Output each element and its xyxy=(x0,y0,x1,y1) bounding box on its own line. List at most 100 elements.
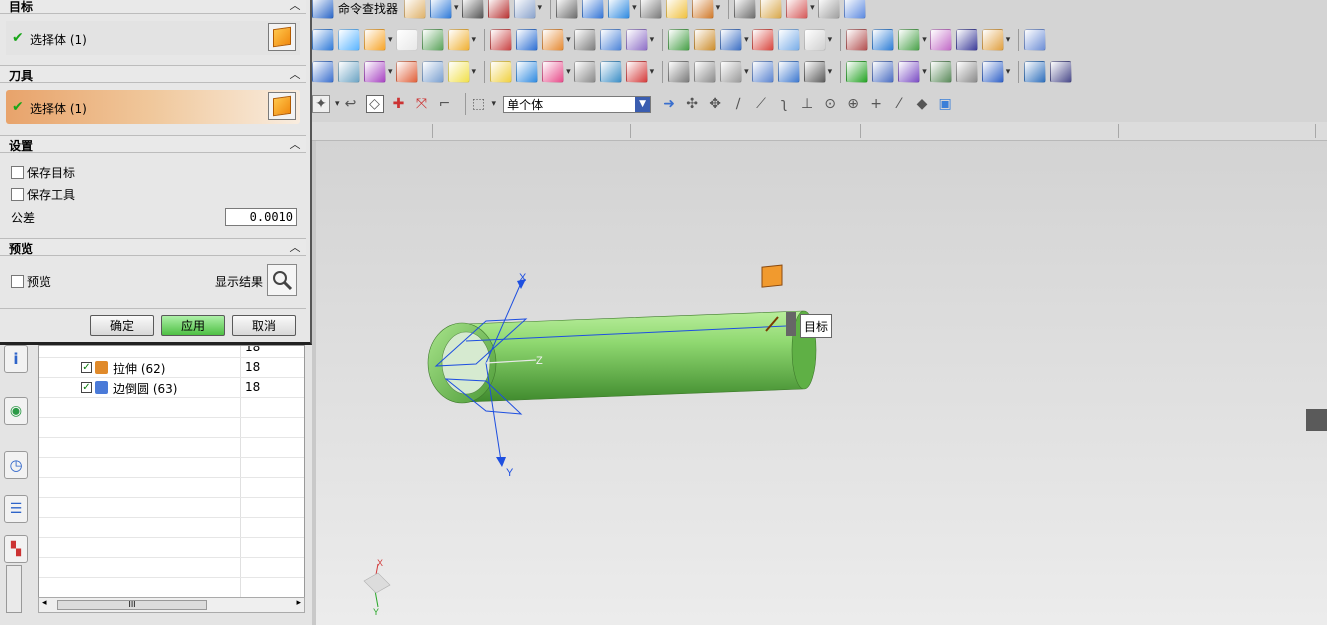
toolbar-tool-icon[interactable] xyxy=(777,29,800,51)
line-end-icon[interactable]: ⟋ xyxy=(753,96,769,112)
chevron-down-icon[interactable]: ▾ xyxy=(566,67,571,77)
chevron-down-icon[interactable]: ▾ xyxy=(922,35,927,45)
toolbar-tool-icon[interactable] xyxy=(872,29,895,51)
target-body-selector[interactable]: ✔ 选择体 (1) xyxy=(6,21,300,55)
toolbar-tool-icon[interactable] xyxy=(817,0,840,19)
toolbar-tool-icon[interactable] xyxy=(447,61,470,83)
toolbar-tool-icon[interactable] xyxy=(364,29,386,51)
toolbar-tool-icon[interactable] xyxy=(668,61,691,83)
toolbar-tool-icon[interactable] xyxy=(625,61,648,83)
command-finder-label[interactable]: 命令查找器 xyxy=(338,0,398,17)
tangent-icon[interactable]: ⁄ xyxy=(891,96,907,112)
toolbar-tool-icon[interactable] xyxy=(955,61,978,83)
toolbar-tool-icon[interactable] xyxy=(803,29,826,51)
toolbar-tool-icon[interactable] xyxy=(490,29,513,51)
keep-tool-checkbox[interactable]: 保存工具 xyxy=(11,186,75,203)
show-result-button[interactable] xyxy=(267,264,297,296)
undo-icon[interactable]: ↩ xyxy=(343,96,359,112)
chevron-down-icon[interactable]: ▾ xyxy=(472,67,477,77)
chevron-down-icon[interactable]: ▾ xyxy=(650,35,655,45)
toolbar-tool-icon[interactable] xyxy=(1024,29,1047,51)
section-target-header[interactable]: 目标 ︿ xyxy=(0,0,306,14)
tree-row-partial[interactable]: 18 xyxy=(39,346,304,358)
selection-filter-select[interactable]: 单个体 ▼ xyxy=(503,95,652,113)
cancel-button[interactable]: 取消 xyxy=(232,315,296,336)
toolbar-tool-icon[interactable] xyxy=(395,29,418,51)
section-preview-header[interactable]: 预览 ︿ xyxy=(0,238,306,256)
quadrant-icon[interactable]: ⊕ xyxy=(845,96,861,112)
toolbar-tool-icon[interactable] xyxy=(364,61,386,83)
section-tool-header[interactable]: 刀具 ︿ xyxy=(0,65,306,83)
curve-icon[interactable]: ⌐ xyxy=(437,96,453,112)
chevron-down-icon[interactable]: ▾ xyxy=(828,67,833,77)
toolbar-tool-icon[interactable] xyxy=(490,61,513,83)
scroll-left-icon[interactable]: ◂ xyxy=(42,598,47,608)
toolbar-tool-icon[interactable] xyxy=(447,29,470,51)
chevron-down-icon[interactable]: ▾ xyxy=(810,3,815,13)
snap-point-icon[interactable]: ✦ xyxy=(312,95,330,113)
history-clock-icon[interactable]: ◷ xyxy=(4,451,28,479)
line-icon[interactable]: ∕ xyxy=(730,96,746,112)
rail-scroll[interactable] xyxy=(6,565,22,613)
toolbar-tool-icon[interactable] xyxy=(404,0,427,19)
snap-grid-icon[interactable]: ✣ xyxy=(684,96,700,112)
web-browser-icon[interactable]: ◉ xyxy=(4,397,28,425)
point-move-icon[interactable]: ⤧ xyxy=(414,96,430,112)
row-checkbox[interactable]: ✓ xyxy=(81,362,92,373)
tree-row[interactable]: ✓ 拉伸 (62) 18 xyxy=(39,358,304,378)
toolbar-tool-icon[interactable] xyxy=(846,29,869,51)
toolbar-tool-icon[interactable] xyxy=(542,29,565,51)
toolbar-tool-icon[interactable] xyxy=(898,61,921,83)
chevron-down-icon[interactable]: ▾ xyxy=(744,67,749,77)
toolbar-tool-icon[interactable] xyxy=(599,61,622,83)
collapse-chevron-icon[interactable]: ︿ xyxy=(286,0,304,13)
collapse-chevron-icon[interactable]: ︿ xyxy=(286,136,304,152)
toolbar-tool-icon[interactable] xyxy=(981,61,1004,83)
chevron-down-icon[interactable]: ▾ xyxy=(388,67,393,77)
tolerance-field[interactable]: 0.0010 xyxy=(225,208,297,226)
chevron-down-icon[interactable]: ▾ xyxy=(335,99,340,109)
chevron-down-icon[interactable]: ▾ xyxy=(1006,35,1011,45)
row-checkbox[interactable]: ✓ xyxy=(81,382,92,393)
toolbar-tool-icon[interactable] xyxy=(751,61,774,83)
chevron-down-icon[interactable]: ▾ xyxy=(454,3,459,13)
ok-button[interactable]: 确定 xyxy=(90,315,154,336)
toolbar-tool-icon[interactable] xyxy=(430,0,453,19)
toolbar-tool-icon[interactable] xyxy=(573,29,596,51)
toolbar-tool-icon[interactable] xyxy=(421,61,444,83)
checkbox[interactable] xyxy=(11,275,24,288)
toolbar-tool-icon[interactable] xyxy=(843,0,866,19)
keep-target-checkbox[interactable]: 保存目标 xyxy=(11,164,75,181)
collapse-chevron-icon[interactable]: ︿ xyxy=(286,66,304,82)
collapse-chevron-icon[interactable]: ︿ xyxy=(286,239,304,255)
toolbar-tool-icon[interactable] xyxy=(1050,61,1073,83)
point-icon[interactable]: + xyxy=(868,96,884,112)
tool-body-selector[interactable]: ✔ 选择体 (1) xyxy=(6,90,300,124)
preview-checkbox[interactable]: 预览 xyxy=(11,273,51,290)
toolbar-tool-icon[interactable] xyxy=(461,0,484,19)
toolbar-tool-icon[interactable] xyxy=(542,61,565,83)
toolbar-tool-icon[interactable] xyxy=(608,0,631,19)
toolbar-tool-icon[interactable] xyxy=(720,61,743,83)
toolbar-tool-icon[interactable] xyxy=(786,0,809,19)
chevron-down-icon[interactable]: ▾ xyxy=(716,3,721,13)
chevron-down-icon[interactable]: ▾ xyxy=(538,3,543,13)
info-icon[interactable]: i xyxy=(4,345,28,373)
face-icon[interactable]: ◆ xyxy=(914,96,930,112)
toolbar-tool-icon[interactable] xyxy=(846,61,869,83)
chevron-down-icon[interactable]: ▾ xyxy=(650,67,655,77)
toolbar-tool-icon[interactable] xyxy=(929,61,952,83)
chevron-down-icon[interactable]: ▾ xyxy=(566,35,571,45)
toolbar-tool-icon[interactable] xyxy=(803,61,826,83)
toolbar-tool-icon[interactable] xyxy=(929,29,952,51)
apply-button[interactable]: 应用 xyxy=(161,315,225,336)
snap-move-icon[interactable]: ✥ xyxy=(707,96,723,112)
point-plus-icon[interactable]: ✚ xyxy=(391,96,407,112)
toolbar-tool-icon[interactable] xyxy=(955,29,978,51)
toolbar-tool-icon[interactable] xyxy=(599,29,622,51)
toolbar-tool-icon[interactable] xyxy=(872,61,895,83)
section-settings-header[interactable]: 设置 ︿ xyxy=(0,135,306,153)
toolbar-tool-icon[interactable] xyxy=(777,61,800,83)
toolbar-tool-icon[interactable] xyxy=(734,0,757,19)
tree-horizontal-scrollbar[interactable]: ◂ III ▸ xyxy=(38,597,305,613)
